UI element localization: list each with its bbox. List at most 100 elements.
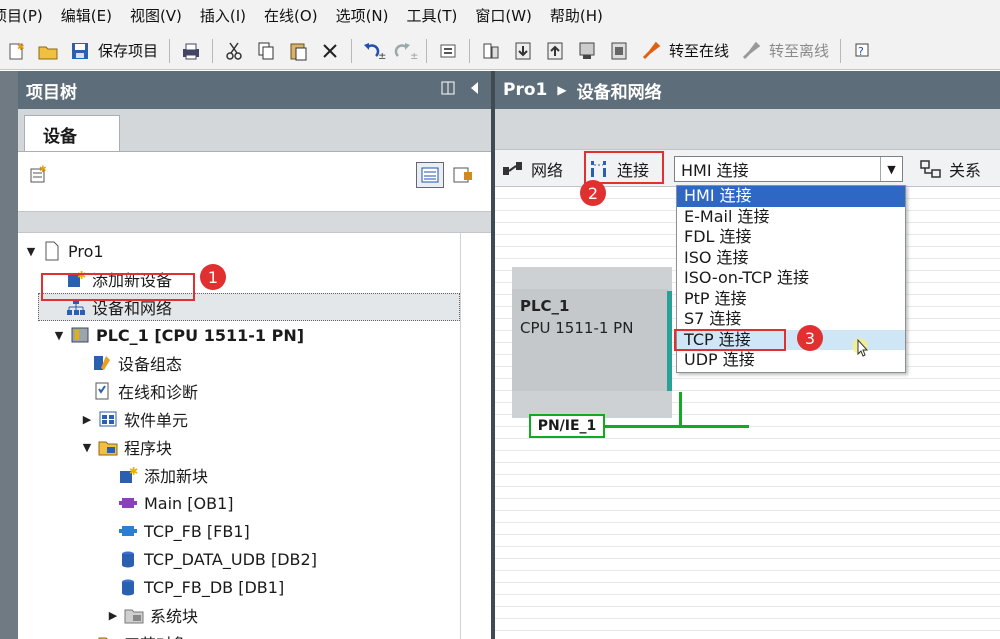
toolbar-separator xyxy=(469,38,471,63)
svg-text:✱: ✱ xyxy=(17,43,25,53)
print-icon[interactable] xyxy=(178,38,204,64)
svg-text:✱: ✱ xyxy=(39,165,47,175)
tree-item-system-blocks[interactable]: ▶ 系统块 xyxy=(106,601,198,629)
tree-item-online-diagnostics[interactable]: 在线和诊断 xyxy=(88,377,198,405)
main-toolbar: ✱ 保存项目 ± ± 转至在线 转至离线 ? xyxy=(0,32,1000,70)
dropdown-arrow-icon[interactable]: ▼ xyxy=(880,157,902,181)
new-project-icon[interactable]: ✱ xyxy=(3,38,29,64)
callout-box-connections xyxy=(584,151,664,184)
toolbar-separator xyxy=(840,38,842,63)
editor-tab-area xyxy=(495,109,1000,149)
plc-name-label: PLC_1 xyxy=(520,297,570,315)
toolbar-separator xyxy=(169,38,171,63)
ob-icon xyxy=(118,493,138,513)
network-view-icon xyxy=(501,157,525,181)
menu-window[interactable]: 窗口(W) xyxy=(466,0,541,32)
open-project-icon[interactable] xyxy=(35,38,61,64)
option-s7-connection[interactable]: S7 连接 xyxy=(677,309,905,330)
undo-icon[interactable]: ± xyxy=(360,38,386,64)
properties-view-icon[interactable] xyxy=(452,164,474,190)
accessible-devices-icon[interactable]: ? xyxy=(849,38,875,64)
tree-item-software-units[interactable]: ▶ 软件单元 xyxy=(80,405,188,433)
menu-project[interactable]: 项目(P) xyxy=(0,0,52,32)
compile-icon[interactable] xyxy=(435,38,461,64)
upload-icon[interactable] xyxy=(542,38,568,64)
tree-item-tcp-fb[interactable]: TCP_FB [FB1] xyxy=(114,517,250,545)
menu-options[interactable]: 选项(N) xyxy=(327,0,398,32)
tree-item-label: TCP_FB_DB [DB1] xyxy=(144,577,285,597)
tree-column-header xyxy=(18,211,491,233)
go-online-icon[interactable] xyxy=(638,38,664,64)
tree-item-label: 软件单元 xyxy=(124,411,189,430)
save-icon[interactable] xyxy=(67,38,93,64)
system-block-icon xyxy=(124,605,144,625)
expanded-arrow-icon[interactable]: ▼ xyxy=(80,440,94,454)
expanded-arrow-icon[interactable]: ▼ xyxy=(52,328,66,342)
tree-item-project[interactable]: ▼ Pro1 xyxy=(24,237,104,265)
relations-button[interactable]: 关系 xyxy=(919,153,981,185)
delete-icon[interactable] xyxy=(317,38,343,64)
profinet-port[interactable] xyxy=(667,291,672,391)
tree-item-plc[interactable]: ▼ PLC_1 [CPU 1511-1 PN] xyxy=(52,321,304,349)
network-name-label[interactable]: PN/IE_1 xyxy=(529,414,605,438)
toolbar-separator xyxy=(351,38,353,63)
paste-icon[interactable] xyxy=(285,38,311,64)
download-icon[interactable] xyxy=(510,38,536,64)
plc-device[interactable]: PLC_1 CPU 1511-1 PN xyxy=(512,267,672,418)
toolbar-separator xyxy=(212,38,214,63)
connection-type-select[interactable]: HMI 连接 ▼ xyxy=(674,156,903,182)
collapsed-arrow-icon[interactable]: ▶ xyxy=(80,412,94,426)
copy-icon[interactable] xyxy=(253,38,279,64)
db-icon xyxy=(118,549,138,569)
plc-type-label: CPU 1511-1 PN xyxy=(520,319,634,337)
tree-item-tcp-fb-db[interactable]: TCP_FB_DB [DB1] xyxy=(114,573,284,601)
tree-item-label: 设备组态 xyxy=(118,355,183,374)
svg-text:±: ± xyxy=(378,51,386,61)
panel-layout-icon[interactable] xyxy=(441,80,455,100)
menu-insert[interactable]: 插入(I) xyxy=(191,0,255,32)
details-view-icon[interactable] xyxy=(416,162,444,188)
tree-item-label: 工艺对象 xyxy=(124,631,188,639)
network-view-button[interactable]: 网络 xyxy=(501,153,563,185)
option-iso-connection[interactable]: ISO 连接 xyxy=(677,248,905,269)
editor-header: Pro1 ▶ 设备和网络 xyxy=(495,71,1000,109)
stop-cpu-icon[interactable] xyxy=(606,38,632,64)
simulation-icon[interactable] xyxy=(574,38,600,64)
tree-column-divider xyxy=(460,233,461,639)
tree-item-main-ob1[interactable]: Main [OB1] xyxy=(114,489,234,517)
tree-item-technology-objects[interactable]: ▶ 工艺对象 xyxy=(80,629,188,639)
option-iso-on-tcp-connection[interactable]: ISO-on-TCP 连接 xyxy=(677,268,905,289)
tree-item-device-config[interactable]: 设备组态 xyxy=(88,349,182,377)
new-group-icon[interactable]: ✱ xyxy=(28,164,50,190)
option-hmi-connection[interactable]: HMI 连接 xyxy=(677,186,905,207)
go-offline-button: 转至离线 xyxy=(769,42,830,60)
collapsed-arrow-icon[interactable]: ▶ xyxy=(106,608,120,622)
menu-tools[interactable]: 工具(T) xyxy=(398,0,467,32)
option-ptp-connection[interactable]: PtP 连接 xyxy=(677,289,905,310)
collapsed-side-strip[interactable] xyxy=(0,71,18,639)
go-online-button[interactable]: 转至在线 xyxy=(669,40,729,61)
redo-icon[interactable]: ± xyxy=(392,38,418,64)
menu-online[interactable]: 在线(O) xyxy=(255,0,327,32)
save-project-button[interactable]: 保存项目 xyxy=(98,40,158,61)
tab-devices[interactable]: 设备 xyxy=(24,115,120,151)
svg-text:±: ± xyxy=(410,51,418,61)
tree-item-program-blocks[interactable]: ▼ 程序块 xyxy=(80,433,172,461)
menu-view[interactable]: 视图(V) xyxy=(121,0,191,32)
menu-edit[interactable]: 编辑(E) xyxy=(52,0,121,32)
option-udp-connection[interactable]: UDP 连接 xyxy=(677,350,905,371)
option-fdl-connection[interactable]: FDL 连接 xyxy=(677,227,905,248)
option-email-connection[interactable]: E-Mail 连接 xyxy=(677,207,905,228)
breadcrumb-project[interactable]: Pro1 xyxy=(503,80,547,100)
tree-item-tcp-data-udb[interactable]: TCP_DATA_UDB [DB2] xyxy=(114,545,317,573)
compare-icon[interactable] xyxy=(478,38,504,64)
svg-text:✱: ✱ xyxy=(129,465,138,478)
collapse-left-icon[interactable] xyxy=(469,80,479,100)
expanded-arrow-icon[interactable]: ▼ xyxy=(24,244,38,258)
network-subnet-line[interactable] xyxy=(605,425,749,428)
tree-item-label: PLC_1 [CPU 1511-1 PN] xyxy=(96,325,305,345)
menu-help[interactable]: 帮助(H) xyxy=(541,0,612,32)
device-config-icon xyxy=(92,353,112,373)
cut-icon[interactable] xyxy=(221,38,247,64)
tree-item-add-block[interactable]: ✱ 添加新块 xyxy=(114,461,208,489)
